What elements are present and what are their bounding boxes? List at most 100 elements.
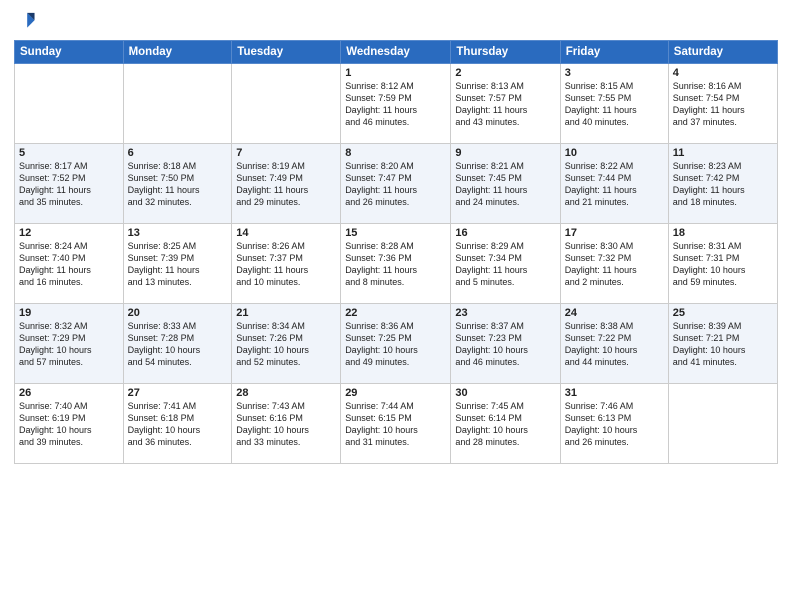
- day-number: 18: [673, 227, 773, 239]
- calendar-cell: 31Sunrise: 7:46 AM Sunset: 6:13 PM Dayli…: [560, 384, 668, 464]
- day-info: Sunrise: 8:12 AM Sunset: 7:59 PM Dayligh…: [345, 80, 446, 129]
- day-number: 24: [565, 307, 664, 319]
- day-number: 14: [236, 227, 336, 239]
- weekday-header-thursday: Thursday: [451, 41, 560, 64]
- calendar-cell: 27Sunrise: 7:41 AM Sunset: 6:18 PM Dayli…: [123, 384, 232, 464]
- calendar-cell: [15, 64, 124, 144]
- calendar-cell: 11Sunrise: 8:23 AM Sunset: 7:42 PM Dayli…: [668, 144, 777, 224]
- page: SundayMondayTuesdayWednesdayThursdayFrid…: [0, 0, 792, 612]
- calendar-cell: 21Sunrise: 8:34 AM Sunset: 7:26 PM Dayli…: [232, 304, 341, 384]
- calendar-cell: [123, 64, 232, 144]
- day-info: Sunrise: 8:26 AM Sunset: 7:37 PM Dayligh…: [236, 240, 336, 289]
- day-number: 31: [565, 387, 664, 399]
- calendar-cell: 29Sunrise: 7:44 AM Sunset: 6:15 PM Dayli…: [341, 384, 451, 464]
- day-info: Sunrise: 7:41 AM Sunset: 6:18 PM Dayligh…: [128, 400, 228, 449]
- day-number: 7: [236, 147, 336, 159]
- calendar-cell: 18Sunrise: 8:31 AM Sunset: 7:31 PM Dayli…: [668, 224, 777, 304]
- day-info: Sunrise: 7:40 AM Sunset: 6:19 PM Dayligh…: [19, 400, 119, 449]
- day-number: 9: [455, 147, 555, 159]
- day-number: 5: [19, 147, 119, 159]
- day-number: 16: [455, 227, 555, 239]
- day-info: Sunrise: 8:13 AM Sunset: 7:57 PM Dayligh…: [455, 80, 555, 129]
- calendar-cell: 30Sunrise: 7:45 AM Sunset: 6:14 PM Dayli…: [451, 384, 560, 464]
- day-info: Sunrise: 8:21 AM Sunset: 7:45 PM Dayligh…: [455, 160, 555, 209]
- day-info: Sunrise: 8:25 AM Sunset: 7:39 PM Dayligh…: [128, 240, 228, 289]
- calendar-cell: 9Sunrise: 8:21 AM Sunset: 7:45 PM Daylig…: [451, 144, 560, 224]
- day-number: 29: [345, 387, 446, 399]
- logo: [14, 10, 38, 32]
- calendar-cell: 23Sunrise: 8:37 AM Sunset: 7:23 PM Dayli…: [451, 304, 560, 384]
- day-number: 13: [128, 227, 228, 239]
- day-number: 23: [455, 307, 555, 319]
- weekday-header-saturday: Saturday: [668, 41, 777, 64]
- calendar-cell: 28Sunrise: 7:43 AM Sunset: 6:16 PM Dayli…: [232, 384, 341, 464]
- weekday-header-tuesday: Tuesday: [232, 41, 341, 64]
- day-info: Sunrise: 8:22 AM Sunset: 7:44 PM Dayligh…: [565, 160, 664, 209]
- day-info: Sunrise: 8:18 AM Sunset: 7:50 PM Dayligh…: [128, 160, 228, 209]
- day-number: 3: [565, 67, 664, 79]
- weekday-header-sunday: Sunday: [15, 41, 124, 64]
- calendar-table: SundayMondayTuesdayWednesdayThursdayFrid…: [14, 40, 778, 464]
- day-info: Sunrise: 8:29 AM Sunset: 7:34 PM Dayligh…: [455, 240, 555, 289]
- day-number: 4: [673, 67, 773, 79]
- calendar-cell: 26Sunrise: 7:40 AM Sunset: 6:19 PM Dayli…: [15, 384, 124, 464]
- day-number: 10: [565, 147, 664, 159]
- day-info: Sunrise: 8:28 AM Sunset: 7:36 PM Dayligh…: [345, 240, 446, 289]
- calendar-cell: 17Sunrise: 8:30 AM Sunset: 7:32 PM Dayli…: [560, 224, 668, 304]
- day-number: 12: [19, 227, 119, 239]
- day-number: 11: [673, 147, 773, 159]
- week-row-3: 12Sunrise: 8:24 AM Sunset: 7:40 PM Dayli…: [15, 224, 778, 304]
- calendar-cell: 3Sunrise: 8:15 AM Sunset: 7:55 PM Daylig…: [560, 64, 668, 144]
- weekday-header-monday: Monday: [123, 41, 232, 64]
- day-info: Sunrise: 7:44 AM Sunset: 6:15 PM Dayligh…: [345, 400, 446, 449]
- day-info: Sunrise: 8:39 AM Sunset: 7:21 PM Dayligh…: [673, 320, 773, 369]
- calendar-cell: 10Sunrise: 8:22 AM Sunset: 7:44 PM Dayli…: [560, 144, 668, 224]
- week-row-1: 1Sunrise: 8:12 AM Sunset: 7:59 PM Daylig…: [15, 64, 778, 144]
- day-info: Sunrise: 8:38 AM Sunset: 7:22 PM Dayligh…: [565, 320, 664, 369]
- day-number: 25: [673, 307, 773, 319]
- week-row-5: 26Sunrise: 7:40 AM Sunset: 6:19 PM Dayli…: [15, 384, 778, 464]
- day-number: 19: [19, 307, 119, 319]
- day-number: 15: [345, 227, 446, 239]
- calendar-cell: 14Sunrise: 8:26 AM Sunset: 7:37 PM Dayli…: [232, 224, 341, 304]
- day-info: Sunrise: 8:33 AM Sunset: 7:28 PM Dayligh…: [128, 320, 228, 369]
- day-number: 21: [236, 307, 336, 319]
- day-info: Sunrise: 8:31 AM Sunset: 7:31 PM Dayligh…: [673, 240, 773, 289]
- calendar-cell: 20Sunrise: 8:33 AM Sunset: 7:28 PM Dayli…: [123, 304, 232, 384]
- calendar-cell: [668, 384, 777, 464]
- logo-icon: [14, 10, 36, 32]
- day-number: 6: [128, 147, 228, 159]
- week-row-4: 19Sunrise: 8:32 AM Sunset: 7:29 PM Dayli…: [15, 304, 778, 384]
- day-number: 8: [345, 147, 446, 159]
- day-number: 17: [565, 227, 664, 239]
- calendar-cell: 7Sunrise: 8:19 AM Sunset: 7:49 PM Daylig…: [232, 144, 341, 224]
- day-number: 27: [128, 387, 228, 399]
- calendar-cell: 16Sunrise: 8:29 AM Sunset: 7:34 PM Dayli…: [451, 224, 560, 304]
- calendar-cell: 2Sunrise: 8:13 AM Sunset: 7:57 PM Daylig…: [451, 64, 560, 144]
- header: [14, 10, 778, 32]
- day-info: Sunrise: 7:43 AM Sunset: 6:16 PM Dayligh…: [236, 400, 336, 449]
- day-info: Sunrise: 8:23 AM Sunset: 7:42 PM Dayligh…: [673, 160, 773, 209]
- week-row-2: 5Sunrise: 8:17 AM Sunset: 7:52 PM Daylig…: [15, 144, 778, 224]
- calendar-cell: 8Sunrise: 8:20 AM Sunset: 7:47 PM Daylig…: [341, 144, 451, 224]
- calendar-cell: 6Sunrise: 8:18 AM Sunset: 7:50 PM Daylig…: [123, 144, 232, 224]
- calendar-cell: 15Sunrise: 8:28 AM Sunset: 7:36 PM Dayli…: [341, 224, 451, 304]
- day-info: Sunrise: 8:17 AM Sunset: 7:52 PM Dayligh…: [19, 160, 119, 209]
- day-info: Sunrise: 7:45 AM Sunset: 6:14 PM Dayligh…: [455, 400, 555, 449]
- calendar-cell: 5Sunrise: 8:17 AM Sunset: 7:52 PM Daylig…: [15, 144, 124, 224]
- day-number: 26: [19, 387, 119, 399]
- day-number: 1: [345, 67, 446, 79]
- day-info: Sunrise: 8:30 AM Sunset: 7:32 PM Dayligh…: [565, 240, 664, 289]
- calendar-cell: 13Sunrise: 8:25 AM Sunset: 7:39 PM Dayli…: [123, 224, 232, 304]
- day-info: Sunrise: 8:32 AM Sunset: 7:29 PM Dayligh…: [19, 320, 119, 369]
- day-number: 2: [455, 67, 555, 79]
- day-info: Sunrise: 7:46 AM Sunset: 6:13 PM Dayligh…: [565, 400, 664, 449]
- day-info: Sunrise: 8:24 AM Sunset: 7:40 PM Dayligh…: [19, 240, 119, 289]
- day-info: Sunrise: 8:15 AM Sunset: 7:55 PM Dayligh…: [565, 80, 664, 129]
- day-info: Sunrise: 8:20 AM Sunset: 7:47 PM Dayligh…: [345, 160, 446, 209]
- weekday-header-friday: Friday: [560, 41, 668, 64]
- day-number: 20: [128, 307, 228, 319]
- calendar-cell: 24Sunrise: 8:38 AM Sunset: 7:22 PM Dayli…: [560, 304, 668, 384]
- day-info: Sunrise: 8:36 AM Sunset: 7:25 PM Dayligh…: [345, 320, 446, 369]
- day-info: Sunrise: 8:16 AM Sunset: 7:54 PM Dayligh…: [673, 80, 773, 129]
